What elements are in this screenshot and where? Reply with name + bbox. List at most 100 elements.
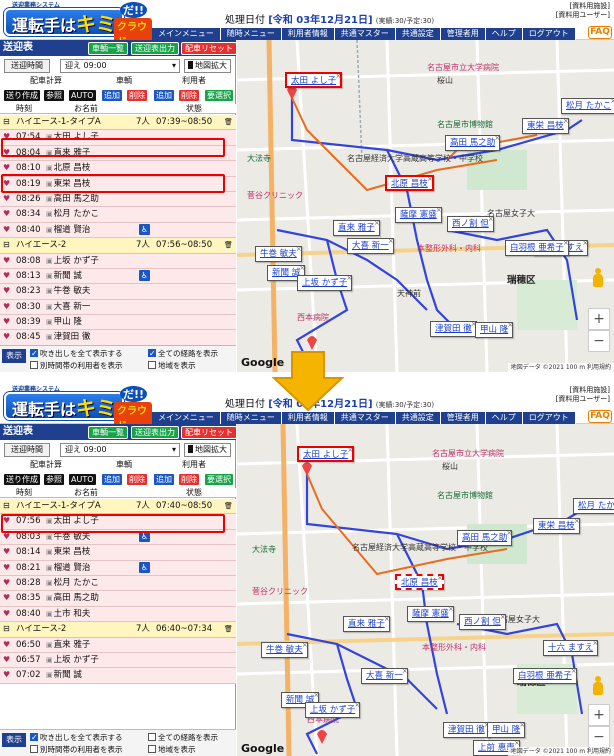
passenger-row[interactable]: ♥ 08:14 東栄 昌枝 bbox=[0, 545, 236, 561]
auto-button[interactable]: AUTO bbox=[68, 473, 97, 486]
passenger-name[interactable]: 榴道 賢治 bbox=[46, 223, 91, 237]
passenger-name[interactable]: 土市 和夫 bbox=[46, 607, 91, 621]
menu-common-master[interactable]: 共通マスター bbox=[334, 412, 396, 424]
reset-button[interactable]: 配車リセット bbox=[181, 42, 237, 55]
user-bubble[interactable]: 西ノ割 但 bbox=[459, 610, 506, 630]
passenger-name[interactable]: 東栄 昌枝 bbox=[46, 545, 91, 559]
faq-button[interactable]: FAQ bbox=[588, 410, 612, 423]
user-bubble[interactable]: 薩摩 憲盛 bbox=[407, 602, 454, 622]
collapse-icon[interactable]: ⊟ bbox=[3, 622, 10, 636]
passenger-row[interactable]: ♥ 07:54 太田 よし子 bbox=[0, 130, 236, 146]
user-bubble[interactable]: 松月 たか bbox=[573, 494, 614, 514]
show-other-time-users-checkbox[interactable]: 別時間帯の利用者を表示 bbox=[30, 744, 123, 755]
trash-icon[interactable]: 🗑 bbox=[224, 499, 233, 513]
zoom-in-button[interactable]: + bbox=[588, 308, 610, 330]
reference-button[interactable]: 参照 bbox=[43, 89, 65, 102]
user-bubble[interactable]: 西ノ割 但 bbox=[447, 212, 494, 232]
user-bubble[interactable]: 牛巻 敏夫 bbox=[261, 638, 308, 658]
user-delete-button[interactable]: 削除 bbox=[178, 89, 200, 102]
passenger-name[interactable]: 牛巻 敏夫 bbox=[46, 530, 91, 544]
time-select[interactable]: 迎え 09:00 bbox=[60, 59, 180, 73]
select-required-button[interactable]: 要選択 bbox=[204, 89, 234, 102]
menu-help[interactable]: ヘルプ bbox=[485, 28, 523, 40]
show-area-checkbox[interactable]: 地域を表示 bbox=[148, 360, 196, 371]
passenger-row[interactable]: ♥ 07:02 新聞 誠 bbox=[0, 668, 236, 684]
user-bubble[interactable]: 北原 昌枝 bbox=[385, 172, 434, 191]
menu-admin[interactable]: 管理者用 bbox=[440, 412, 486, 424]
menu-common-settings[interactable]: 共通設定 bbox=[395, 28, 441, 40]
passenger-name[interactable]: 直来 雅子 bbox=[46, 638, 91, 652]
user-bubble[interactable]: 東栄 昌枝 bbox=[522, 114, 569, 134]
passenger-row[interactable]: ♥ 08:10 北原 昌枝 bbox=[0, 161, 236, 177]
passenger-row[interactable]: ♥ 08:39 甲山 隆 bbox=[0, 315, 236, 331]
pegman-icon[interactable] bbox=[592, 676, 604, 696]
user-bubble[interactable]: 太田 よし子 bbox=[297, 443, 355, 462]
user-bubble[interactable]: 十六 ますえ bbox=[543, 636, 598, 656]
user-bubble[interactable]: 上坂 かず子 bbox=[297, 271, 352, 291]
user-bubble[interactable]: 白羽根 亜希子 bbox=[513, 664, 577, 684]
route-map[interactable]: 名古屋市立大学病院 桜山 名古屋市博物館 名古屋経済大学高蔵高等学校・中学校 大… bbox=[237, 424, 614, 756]
user-bubble[interactable]: 高田 馬之助 bbox=[445, 131, 500, 151]
zoom-in-button[interactable]: + bbox=[588, 704, 610, 726]
user-bubble[interactable]: 直来 雅子 bbox=[343, 612, 390, 632]
user-bubble[interactable]: 津賀田 徹 bbox=[443, 718, 490, 738]
user-bubble[interactable]: 津賀田 徹 bbox=[430, 317, 477, 337]
passenger-row[interactable]: ♥ 08:40 土市 和夫 bbox=[0, 606, 236, 623]
trash-icon[interactable]: 🗑 bbox=[224, 115, 233, 129]
passenger-row[interactable]: ♥ 08:45 津賀田 徹 bbox=[0, 330, 236, 345]
user-add-button[interactable]: 追加 bbox=[153, 89, 175, 102]
passenger-name[interactable]: 東栄 昌枝 bbox=[46, 177, 91, 191]
user-bubble[interactable]: 松月 たかこ bbox=[561, 94, 614, 114]
vehicle-group-row[interactable]: ⊟ ハイエース-2 7人 07:56~08:50 🗑 bbox=[0, 238, 236, 254]
menu-common-master[interactable]: 共通マスター bbox=[334, 28, 396, 40]
passenger-row[interactable]: ♥ 06:57 上坂 かず子 bbox=[0, 652, 236, 669]
menu-user-info[interactable]: 利用者情報 bbox=[281, 412, 335, 424]
passenger-row[interactable]: ♥ 08:28 松月 たかこ bbox=[0, 575, 236, 592]
output-button[interactable]: 送迎表出力 bbox=[131, 426, 179, 439]
map-zoom-button[interactable]: 地図拡大 bbox=[184, 443, 231, 457]
zoom-out-button[interactable]: − bbox=[588, 330, 610, 352]
menu-main[interactable]: メインメニュー bbox=[152, 412, 221, 424]
user-bubble[interactable]: 太田 よし子 bbox=[285, 69, 343, 88]
passenger-row[interactable]: ♥ 08:34 松月 たかこ bbox=[0, 207, 236, 223]
pegman-icon[interactable] bbox=[592, 268, 604, 288]
passenger-row[interactable]: ♥ 08:03 牛巻 敏夫 ♿ bbox=[0, 529, 236, 546]
route-map[interactable]: 名古屋市立大学病院 桜山 名古屋市博物館 名古屋経済大学高蔵高等学校・中学校 大… bbox=[237, 40, 614, 372]
vehicle-group-row[interactable]: ⊟ ハイエース-1-タイプA 7人 07:39~08:50 🗑 bbox=[0, 115, 236, 131]
vehicle-add-button[interactable]: 追加 bbox=[101, 473, 123, 486]
passenger-name[interactable]: 北原 昌枝 bbox=[46, 161, 91, 175]
passenger-name[interactable]: 直来 雅子 bbox=[46, 146, 91, 160]
vehicle-list-button[interactable]: 車輌一覧 bbox=[88, 42, 128, 55]
passenger-name[interactable]: 松月 たかこ bbox=[46, 576, 99, 590]
passenger-row[interactable]: ♥ 08:19 東栄 昌枝 bbox=[0, 176, 236, 192]
user-add-button[interactable]: 追加 bbox=[153, 473, 175, 486]
create-dropoff-button[interactable]: 送り作成 bbox=[3, 89, 41, 102]
menu-adhoc[interactable]: 随時メニュー bbox=[220, 412, 282, 424]
show-all-bubbles-checkbox[interactable]: 吹き出しを全て表示する bbox=[30, 348, 123, 359]
user-delete-button[interactable]: 削除 bbox=[178, 473, 200, 486]
user-bubble[interactable]: 大喜 新一 bbox=[347, 234, 394, 254]
menu-user-info[interactable]: 利用者情報 bbox=[281, 28, 335, 40]
reset-button[interactable]: 配車リセット bbox=[181, 426, 237, 439]
menu-main[interactable]: メインメニュー bbox=[152, 28, 221, 40]
trash-icon[interactable]: 🗑 bbox=[224, 238, 233, 252]
select-required-button[interactable]: 要選択 bbox=[204, 473, 234, 486]
collapse-icon[interactable]: ⊟ bbox=[3, 238, 10, 252]
passenger-name[interactable]: 太田 よし子 bbox=[46, 514, 99, 528]
passenger-name[interactable]: 甲山 隆 bbox=[46, 315, 82, 329]
user-bubble[interactable]: 大喜 新一 bbox=[361, 664, 408, 684]
user-bubble[interactable]: 東栄 昌枝 bbox=[533, 514, 580, 534]
vehicle-delete-button[interactable]: 削除 bbox=[126, 89, 148, 102]
menu-logout[interactable]: ログアウト bbox=[522, 28, 576, 40]
passenger-row[interactable]: ♥ 07:56 太田 よし子 bbox=[0, 514, 236, 530]
show-all-routes-checkbox[interactable]: 全ての経路を表示 bbox=[148, 732, 218, 743]
user-bubble[interactable]: 上坂 かず子 bbox=[305, 698, 360, 718]
menu-adhoc[interactable]: 随時メニュー bbox=[220, 28, 282, 40]
passenger-row[interactable]: ♥ 08:04 直来 雅子 bbox=[0, 145, 236, 162]
passenger-row[interactable]: ♥ 08:35 高田 馬之助 bbox=[0, 591, 236, 607]
user-bubble[interactable]: 北原 昌枝 bbox=[395, 571, 444, 590]
vehicle-delete-button[interactable]: 削除 bbox=[126, 473, 148, 486]
passenger-name[interactable]: 新聞 誠 bbox=[46, 668, 82, 682]
passenger-name[interactable]: 高田 馬之助 bbox=[46, 591, 99, 605]
auto-button[interactable]: AUTO bbox=[68, 89, 97, 102]
